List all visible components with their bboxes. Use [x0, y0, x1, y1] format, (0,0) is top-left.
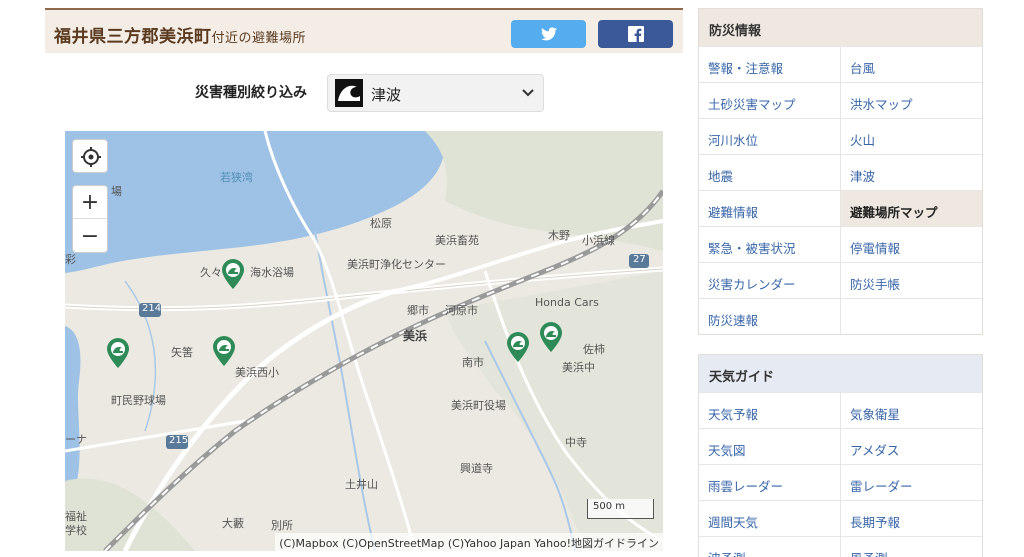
- evacuation-pin-icon[interactable]: [106, 337, 130, 369]
- bousai-link-0[interactable]: 警報・注意報: [699, 46, 841, 82]
- map-label-tsuiyama: 土井山: [345, 478, 378, 491]
- tenki-link-9[interactable]: 風予測: [841, 536, 982, 557]
- chevron-down-icon: [522, 89, 534, 97]
- tenki-link-3[interactable]: アメダス: [841, 428, 982, 464]
- map-label-obama-line: 小浜線: [582, 234, 615, 247]
- facebook-share-button[interactable]: [598, 20, 673, 48]
- tenki-link-0[interactable]: 天気予報: [699, 392, 841, 428]
- selected-disaster-type: 津波: [371, 86, 402, 104]
- evacuation-pin-icon[interactable]: [539, 321, 563, 353]
- twitter-bird-icon: [540, 27, 557, 41]
- map-label-kawaharaichi: 河原市: [445, 304, 478, 317]
- bousai-link-grid: 警報・注意報 台風 土砂災害マップ 洪水マップ 河川水位 火山 地震 津波 避難情報 避難場所マッ…: [699, 46, 982, 334]
- bousai-link-3[interactable]: 洪水マップ: [841, 82, 982, 118]
- map-label-route214: 214: [142, 303, 162, 314]
- bousai-link-9[interactable]: 避難場所マップ: [841, 190, 982, 226]
- bousai-link-10[interactable]: 緊急・被害状況: [699, 226, 841, 262]
- map-label-mihama-chu: 美浜中: [562, 361, 595, 374]
- tenki-link-5[interactable]: 雷レーダー: [841, 464, 982, 500]
- tenki-link-grid: 天気予報気象衛星天気図アメダス雨雲レーダー雷レーダー週間天気長期予報波予測風予測: [699, 392, 982, 557]
- page-title-main: 福井県三方郡美浜町: [54, 27, 212, 47]
- zoom-out-button[interactable]: −: [73, 220, 107, 253]
- tenki-link-6[interactable]: 週間天気: [699, 500, 841, 536]
- map-label-honda: Honda Cars: [535, 296, 599, 309]
- map-label-wakasa-bay: 若狭湾: [220, 171, 253, 184]
- crosshair-locate-icon: [81, 147, 101, 167]
- tenki-link-7[interactable]: 長期予報: [841, 500, 982, 536]
- map-label-kino: 木野: [548, 229, 570, 242]
- bousai-link-5[interactable]: 火山: [841, 118, 982, 154]
- map-label-yaha: 矢筈: [171, 346, 193, 359]
- bousai-link-8[interactable]: 避難情報: [699, 190, 841, 226]
- locate-button[interactable]: [72, 139, 108, 173]
- map-label-left-kagami: 彩: [65, 253, 76, 266]
- bousai-link-11[interactable]: 停電情報: [841, 226, 982, 262]
- bousai-empty-cell: [841, 298, 982, 334]
- bousai-link-4[interactable]: 河川水位: [699, 118, 841, 154]
- twitter-share-button[interactable]: [511, 20, 586, 48]
- bousai-link-14[interactable]: 防災速報: [699, 298, 841, 334]
- tenki-guide-title: 天気ガイド: [699, 355, 982, 392]
- tenki-link-4[interactable]: 雨雲レーダー: [699, 464, 841, 500]
- page-title: 福井県三方郡美浜町付近の避難場所: [54, 22, 306, 47]
- filter-label: 災害種別絞り込み: [195, 85, 307, 101]
- bousai-link-13[interactable]: 防災手帳: [841, 262, 982, 298]
- map-label-goichi: 郷市: [407, 304, 429, 317]
- evacuation-pin-icon[interactable]: [221, 258, 245, 290]
- zoom-in-button[interactable]: +: [73, 186, 107, 219]
- map-label-kaisuiyokujo: 海水浴場: [250, 266, 294, 279]
- map-label-route27: 27: [633, 254, 646, 265]
- map-label-okura: 大藪: [222, 517, 244, 530]
- bousai-link-7[interactable]: 津波: [841, 154, 982, 190]
- tenki-link-2[interactable]: 天気図: [699, 428, 841, 464]
- map-label-school: 学校: [65, 524, 87, 537]
- map-label-left-edge-ta: 場: [111, 185, 122, 198]
- map-label-jokasen: 美浜町浄化センター: [347, 258, 446, 271]
- map-label-mihama-station: 美浜: [403, 329, 428, 343]
- tenki-link-1[interactable]: 気象衛星: [841, 392, 982, 428]
- map-label-matsubara: 松原: [370, 217, 392, 230]
- page-title-suffix: 付近の避難場所: [211, 31, 307, 46]
- tsunami-wave-icon: [335, 79, 363, 107]
- map-label-mihama-chikusan: 美浜畜苑: [435, 234, 479, 247]
- map-label-bessho: 別所: [271, 519, 293, 532]
- sidebar: 防災情報 警報・注意報 台風 土砂災害マップ 洪水マップ 河川水位 火山 地震 津波 避難情報避…: [698, 8, 983, 557]
- evacuation-pin-icon[interactable]: [212, 335, 236, 367]
- map-label-left-edge-mid: ーナ: [65, 433, 87, 446]
- evacuation-map[interactable]: 若狭湾 松原 美浜畜苑 木野 小浜線 27 久々子 海水浴場 美浜町浄化センター…: [65, 131, 663, 551]
- main-content: 福井県三方郡美浜町付近の避難場所 災害種別絞り込み 津波 若狭湾 松原 美浜畜苑…: [45, 8, 685, 557]
- facebook-f-icon: [627, 26, 644, 42]
- bousai-link-12[interactable]: 災害カレンダー: [699, 262, 841, 298]
- page-title-bar: 福井県三方郡美浜町付近の避難場所: [45, 8, 683, 53]
- map-label-town-hall: 美浜町役場: [451, 399, 506, 412]
- map-label-kogudoji: 興道寺: [460, 462, 493, 475]
- map-label-town-ballpark: 町民野球場: [111, 394, 166, 407]
- evacuation-pin-icon[interactable]: [506, 331, 530, 363]
- disaster-type-select[interactable]: 津波: [327, 74, 544, 112]
- map-attribution[interactable]: (C)Mapbox (C)OpenStreetMap (C)Yahoo Japa…: [275, 533, 663, 551]
- map-scale-bar: 500 m: [587, 499, 654, 519]
- zoom-control: + −: [72, 185, 108, 253]
- bousai-link-2[interactable]: 土砂災害マップ: [699, 82, 841, 118]
- bousai-info-box: 防災情報 警報・注意報 台風 土砂災害マップ 洪水マップ 河川水位 火山 地震 津波 避難情報避…: [698, 8, 983, 335]
- map-label-minamiichi: 南市: [462, 356, 484, 369]
- bousai-info-title: 防災情報: [699, 9, 982, 46]
- bousai-link-6[interactable]: 地震: [699, 154, 841, 190]
- tenki-link-8[interactable]: 波予測: [699, 536, 841, 557]
- bousai-link-1[interactable]: 台風: [841, 46, 982, 82]
- map-label-sagaki: 佐柿: [583, 343, 605, 356]
- map-label-route215: 215: [169, 435, 189, 446]
- map-label-nakadera: 中寺: [565, 436, 587, 449]
- tenki-guide-box: 天気ガイド 天気予報 気象衛星 天気図 アメダス 雨雲レーダー 雷レーダー 週間天気 長期予報…: [698, 354, 983, 557]
- map-label-mihama-nishi: 美浜西小: [235, 366, 279, 379]
